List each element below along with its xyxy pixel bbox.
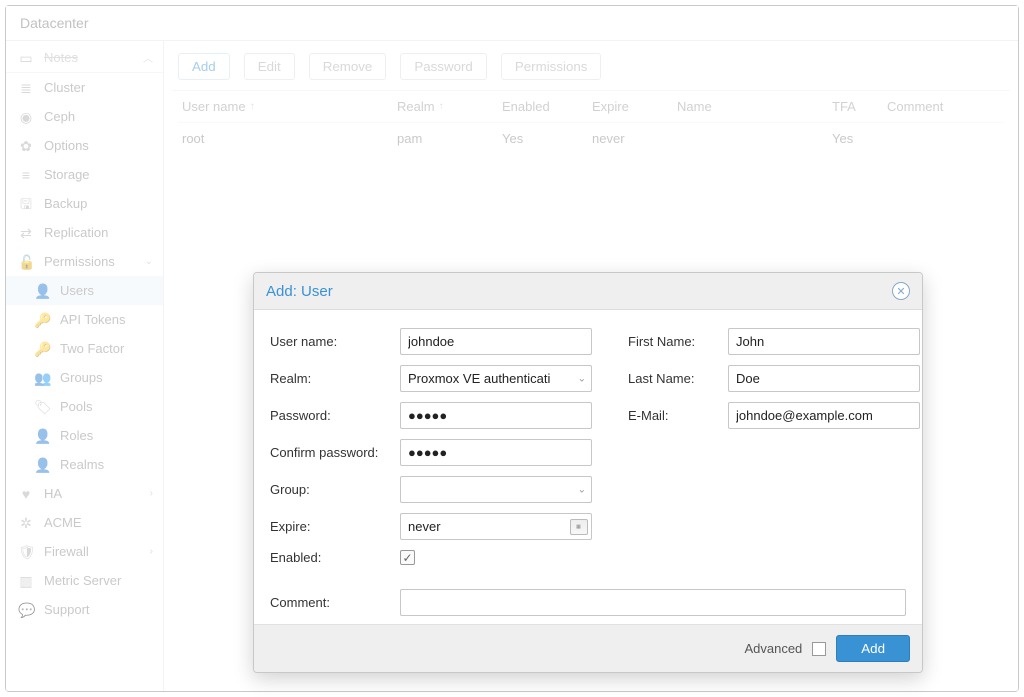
sidebar-item-firewall[interactable]: 🛡 Firewall › <box>6 537 163 566</box>
label-expire: Expire: <box>270 519 400 534</box>
shield-icon: 🛡 <box>18 545 34 559</box>
confirm-password-input[interactable] <box>400 439 592 466</box>
sidebar-item-two-factor[interactable]: 🔑 Two Factor <box>6 334 163 363</box>
cell-tfa: Yes <box>828 123 883 154</box>
group-select[interactable] <box>400 476 592 503</box>
close-button[interactable]: ✕ <box>892 282 910 300</box>
password-input[interactable] <box>400 402 592 429</box>
label-enabled: Enabled: <box>270 550 400 565</box>
label-advanced: Advanced <box>744 641 802 656</box>
heart-icon: ♥ <box>18 487 34 501</box>
username-input[interactable] <box>400 328 592 355</box>
sidebar-item-metric-server[interactable]: ▥ Metric Server <box>6 566 163 595</box>
key-icon: 🔑 <box>34 342 50 356</box>
sidebar-item-pools[interactable]: 🏷 Pools <box>6 392 163 421</box>
sidebar-item-acme[interactable]: ✲ ACME <box>6 508 163 537</box>
firstname-input[interactable] <box>728 328 920 355</box>
realm-select[interactable] <box>400 365 592 392</box>
chart-icon: ▥ <box>18 574 34 588</box>
remove-button[interactable]: Remove <box>309 53 387 80</box>
sort-up-icon: ↑ <box>439 101 444 112</box>
add-button[interactable]: Add <box>178 53 230 80</box>
col-enabled[interactable]: Enabled <box>498 91 588 123</box>
sidebar-item-api-tokens[interactable]: 🔑 API Tokens <box>6 305 163 334</box>
label-email: E-Mail: <box>628 408 728 423</box>
cell-name <box>673 123 828 154</box>
key-icon: 🔑 <box>34 313 50 327</box>
enabled-checkbox[interactable]: ✓ <box>400 550 415 565</box>
user-icon: 👤 <box>34 429 50 443</box>
dialog-add-button[interactable]: Add <box>836 635 910 662</box>
label-firstname: First Name: <box>628 334 728 349</box>
cluster-icon: ≣ <box>18 81 34 95</box>
ceph-icon: ◉ <box>18 110 34 124</box>
sidebar-item-storage[interactable]: ≡ Storage <box>6 160 163 189</box>
users-table: User name↑ Realm↑ Enabled Expire Name TF… <box>172 90 1010 154</box>
user-icon: 👤 <box>34 458 50 472</box>
sidebar-item-notes[interactable]: ▭ Notes ︿ <box>6 43 163 73</box>
sort-up-icon: ↑ <box>250 101 255 112</box>
cert-icon: ✲ <box>18 516 34 530</box>
edit-button[interactable]: Edit <box>244 53 295 80</box>
label-confirm: Confirm password: <box>270 445 400 460</box>
label-realm: Realm: <box>270 371 400 386</box>
chat-icon: 💬 <box>18 603 34 617</box>
add-user-dialog: Add: User ✕ User name: Realm: ⌄ P <box>253 272 923 673</box>
col-name[interactable]: Name <box>673 91 828 123</box>
toolbar: Add Edit Remove Password Permissions <box>172 53 1010 90</box>
sidebar: ▭ Notes ︿ ≣ Cluster ◉ Ceph ✿ Options ≡ S… <box>6 41 164 691</box>
permissions-button[interactable]: Permissions <box>501 53 602 80</box>
sidebar-item-backup[interactable]: 🖫 Backup <box>6 189 163 218</box>
chevron-right-icon: › <box>150 488 153 499</box>
sidebar-item-ceph[interactable]: ◉ Ceph <box>6 102 163 131</box>
lastname-input[interactable] <box>728 365 920 392</box>
chevron-down-icon: ⌄ <box>145 256 153 267</box>
tag-icon: 🏷 <box>34 400 50 414</box>
cell-comment <box>883 123 1004 154</box>
sidebar-item-cluster[interactable]: ≣ Cluster <box>6 73 163 102</box>
group-icon: 👥 <box>34 371 50 385</box>
label-comment: Comment: <box>270 595 400 610</box>
label-password: Password: <box>270 408 400 423</box>
sidebar-item-permissions[interactable]: 🔓 Permissions ⌄ <box>6 247 163 276</box>
label-username: User name: <box>270 334 400 349</box>
password-button[interactable]: Password <box>400 53 487 80</box>
sidebar-item-realms[interactable]: 👤 Realms <box>6 450 163 479</box>
col-tfa[interactable]: TFA <box>828 91 883 123</box>
notes-icon: ▭ <box>18 51 34 65</box>
replication-icon: ⇄ <box>18 226 34 240</box>
sidebar-item-ha[interactable]: ♥ HA › <box>6 479 163 508</box>
label-group: Group: <box>270 482 400 497</box>
chevron-right-icon: › <box>150 546 153 557</box>
close-icon: ✕ <box>896 285 905 298</box>
storage-icon: ≡ <box>18 168 34 182</box>
comment-input[interactable] <box>400 589 906 616</box>
cell-realm: pam <box>393 123 498 154</box>
backup-icon: 🖫 <box>18 197 34 211</box>
table-row[interactable]: root pam Yes never Yes <box>172 123 1010 154</box>
sidebar-item-options[interactable]: ✿ Options <box>6 131 163 160</box>
sidebar-item-support[interactable]: 💬 Support <box>6 595 163 624</box>
advanced-checkbox[interactable] <box>812 642 826 656</box>
col-username[interactable]: User name↑ <box>178 91 393 123</box>
cell-expire: never <box>588 123 673 154</box>
col-expire[interactable]: Expire <box>588 91 673 123</box>
gear-icon: ✿ <box>18 139 34 153</box>
page-title: Datacenter <box>6 6 1018 41</box>
dialog-title: Add: User <box>266 283 892 300</box>
sidebar-item-roles[interactable]: 👤 Roles <box>6 421 163 450</box>
sidebar-item-users[interactable]: 👤 Users <box>6 276 163 305</box>
expire-input[interactable] <box>400 513 592 540</box>
user-icon: 👤 <box>34 284 50 298</box>
col-realm[interactable]: Realm↑ <box>393 91 498 123</box>
cell-username: root <box>178 123 393 154</box>
cell-enabled: Yes <box>498 123 588 154</box>
label-lastname: Last Name: <box>628 371 728 386</box>
col-comment[interactable]: Comment <box>883 91 1004 123</box>
sidebar-item-groups[interactable]: 👥 Groups <box>6 363 163 392</box>
lock-icon: 🔓 <box>18 255 34 269</box>
chevron-up-icon: ︿ <box>143 50 153 65</box>
sidebar-item-replication[interactable]: ⇄ Replication <box>6 218 163 247</box>
email-input[interactable] <box>728 402 920 429</box>
